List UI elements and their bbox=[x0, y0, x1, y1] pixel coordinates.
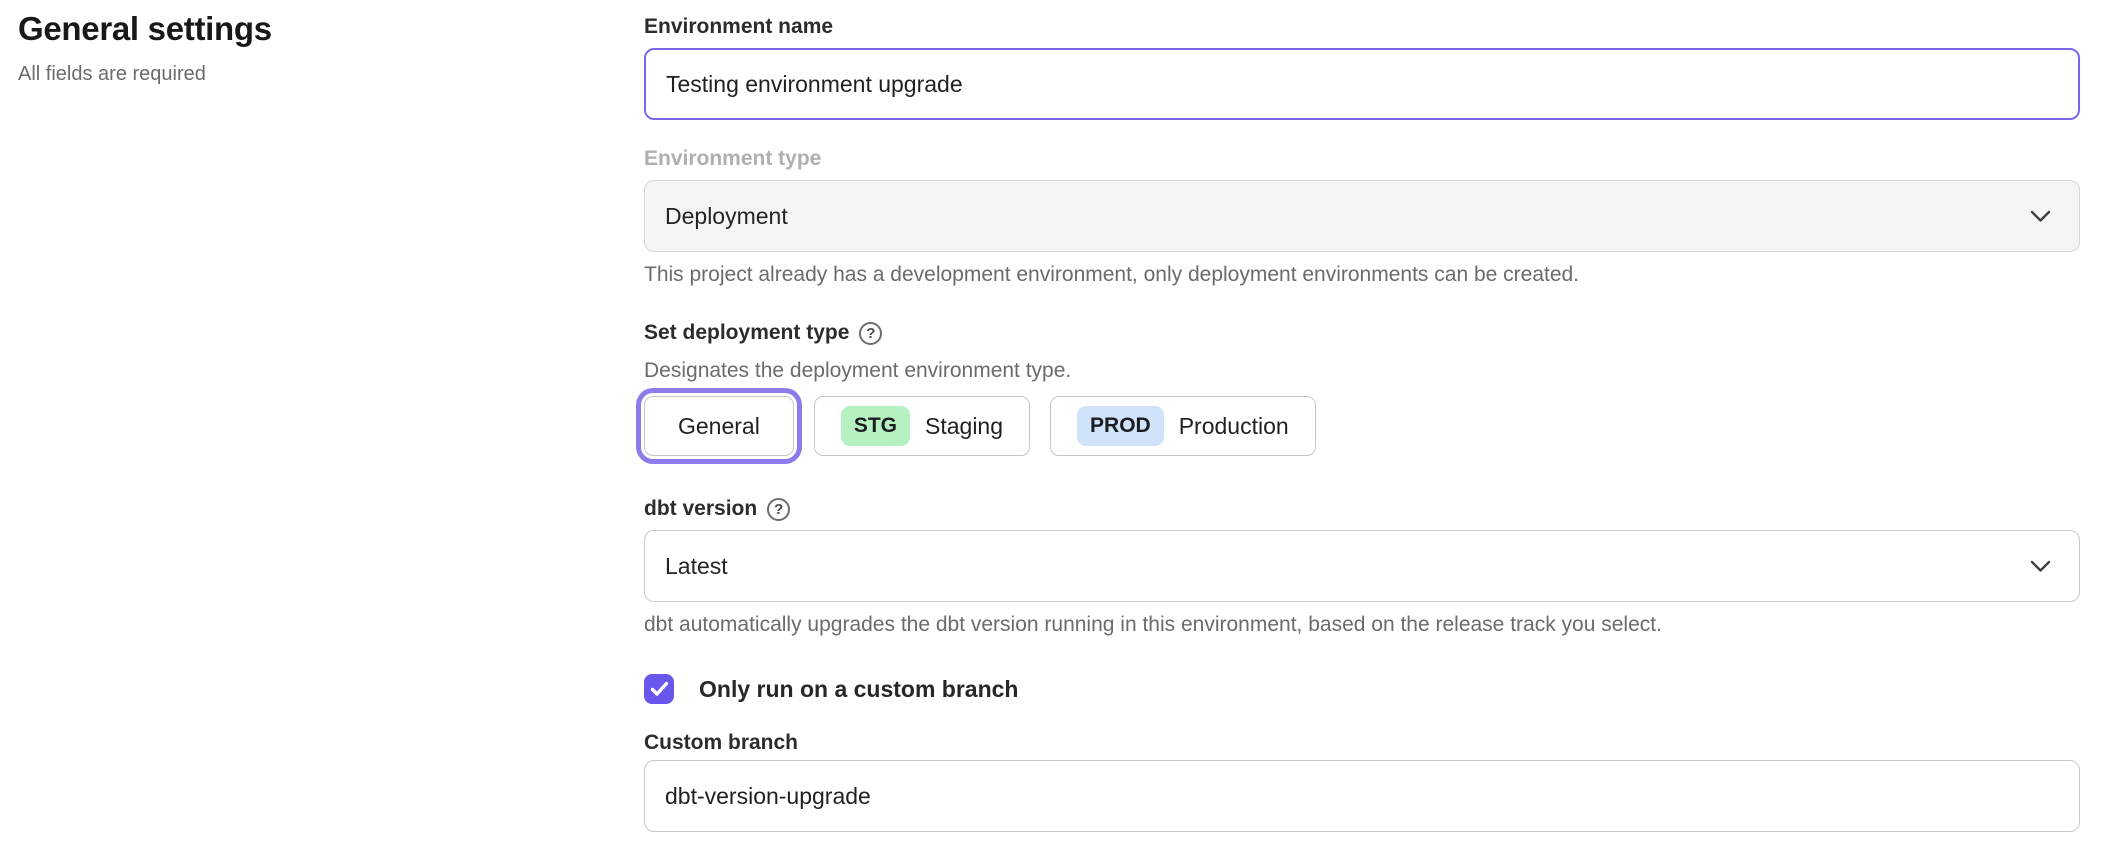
environment-type-label: Environment type bbox=[644, 146, 2080, 172]
environment-settings-form: Environment name Environment type Deploy… bbox=[644, 14, 2080, 832]
staging-badge: STG bbox=[841, 406, 910, 446]
dbt-version-helper: dbt automatically upgrades the dbt versi… bbox=[644, 612, 2080, 638]
page-title: General settings bbox=[18, 10, 272, 48]
production-badge: PROD bbox=[1077, 406, 1164, 446]
environment-type-group: Environment type Deployment This project… bbox=[644, 146, 2080, 288]
deployment-type-production-button[interactable]: PROD Production bbox=[1050, 396, 1316, 456]
environment-type-select[interactable]: Deployment bbox=[644, 180, 2080, 252]
custom-branch-checkbox[interactable] bbox=[644, 674, 674, 704]
chevron-down-icon bbox=[2030, 210, 2051, 223]
custom-branch-checkbox-label[interactable]: Only run on a custom branch bbox=[699, 676, 1018, 703]
dbt-version-select[interactable]: Latest bbox=[644, 530, 2080, 602]
deployment-type-label: Set deployment type bbox=[644, 320, 849, 346]
dbt-version-group: dbt version ? Latest dbt automatically u… bbox=[644, 496, 2080, 638]
custom-branch-group: Custom branch bbox=[644, 730, 2080, 832]
environment-type-value: Deployment bbox=[665, 203, 788, 230]
help-icon[interactable]: ? bbox=[859, 322, 882, 345]
chevron-down-icon bbox=[2030, 560, 2051, 573]
custom-branch-label: Custom branch bbox=[644, 730, 2080, 756]
page-header: General settings All fields are required bbox=[18, 10, 272, 86]
custom-branch-input[interactable] bbox=[644, 760, 2080, 832]
environment-name-input[interactable] bbox=[644, 48, 2080, 120]
deployment-type-staging-button[interactable]: STG Staging bbox=[814, 396, 1030, 456]
help-icon[interactable]: ? bbox=[767, 498, 790, 521]
deployment-type-general-button[interactable]: General bbox=[644, 396, 794, 456]
deployment-type-options: General STG Staging PROD Production bbox=[644, 396, 2080, 456]
deployment-type-staging-label: Staging bbox=[925, 413, 1003, 440]
page-subtitle: All fields are required bbox=[18, 63, 272, 86]
deployment-type-label-row: Set deployment type ? bbox=[644, 320, 2080, 346]
dbt-version-value: Latest bbox=[665, 553, 728, 580]
environment-type-helper: This project already has a development e… bbox=[644, 262, 2080, 288]
environment-name-label: Environment name bbox=[644, 14, 2080, 40]
environment-name-group: Environment name bbox=[644, 14, 2080, 120]
deployment-type-general-label: General bbox=[678, 413, 760, 440]
check-icon bbox=[650, 681, 669, 697]
dbt-version-label-row: dbt version ? bbox=[644, 496, 2080, 522]
deployment-type-group: Set deployment type ? Designates the dep… bbox=[644, 320, 2080, 456]
deployment-type-production-label: Production bbox=[1179, 413, 1289, 440]
custom-branch-checkbox-row: Only run on a custom branch bbox=[644, 674, 2080, 704]
dbt-version-label: dbt version bbox=[644, 496, 757, 522]
deployment-type-helper: Designates the deployment environment ty… bbox=[644, 358, 2080, 384]
